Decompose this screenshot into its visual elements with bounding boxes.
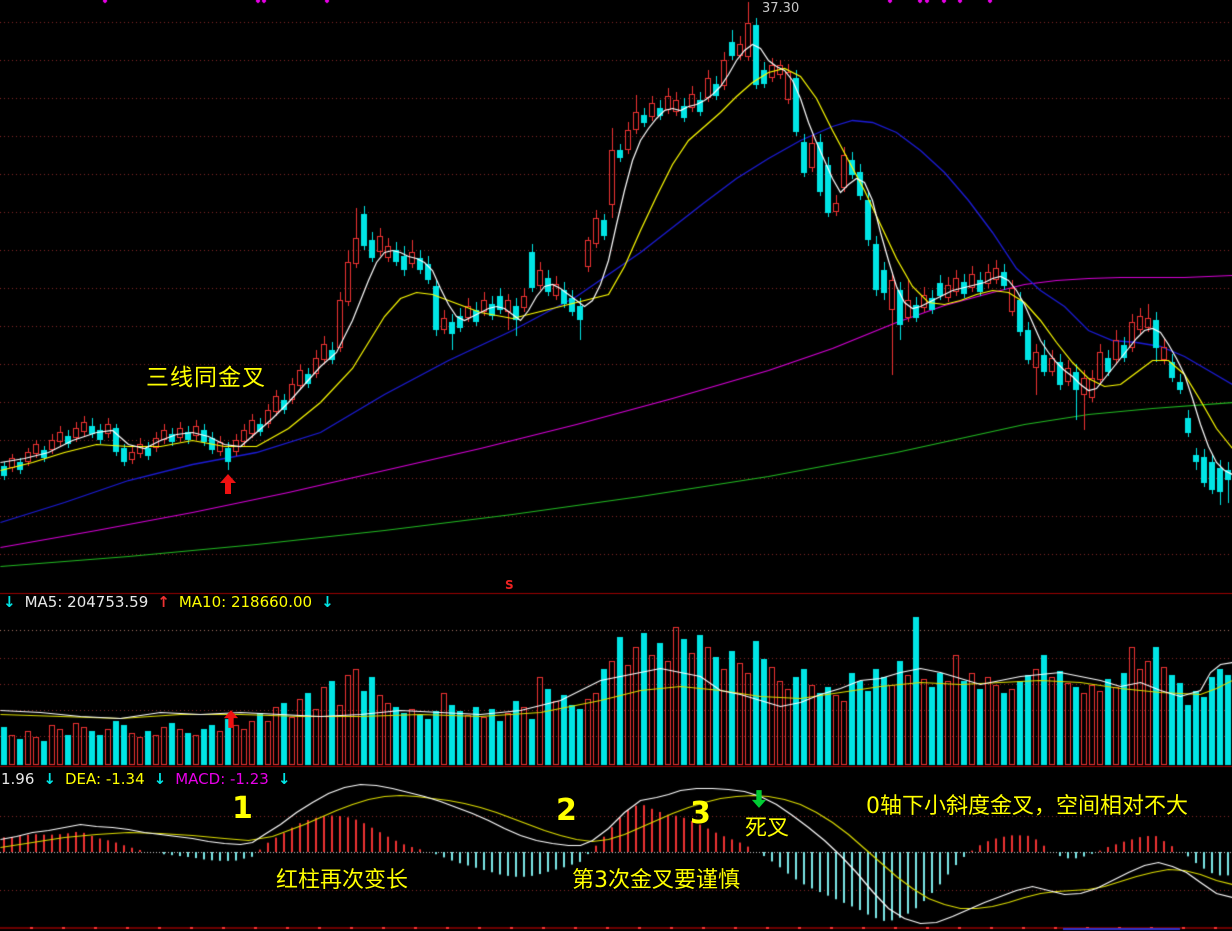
down-arrow-icon: ↓ [321,595,334,610]
macd-indicator-header: 1.96 ↓ DEA: -1.34 ↓ MACD: -1.23 ↓ [1,772,290,787]
golden-cross-annotation: 三线同金叉 [146,367,266,390]
down-arrow-icon: ↓ [43,772,56,787]
volume-ma-header: ↓ MA5: 204753.59 ↑ MA10: 218660.00 ↓ [3,595,334,610]
down-arrow-icon [751,790,769,810]
death-cross-annotation: 死叉 [745,818,789,840]
red-bars-note: 红柱再次变长 [276,870,408,892]
golden-cross-2-label: 2 [556,796,577,826]
stock-chart-app: 37.30 三线同金叉 S ↓ MA5: 204753.59 ↑ MA10: 2… [0,0,1232,931]
third-cross-note: 第3次金叉要谨慎 [572,870,740,892]
macd-value: MACD: -1.23 [175,772,269,787]
ex-rights-marker: S [505,579,514,591]
up-arrow-icon: ↑ [157,595,170,610]
up-arrow-icon [219,474,237,494]
macd-dif-value: 1.96 [1,772,34,787]
up-arrow-icon [223,710,241,730]
down-arrow-icon: ↓ [278,772,291,787]
golden-cross-3-label: 3 [690,799,711,829]
golden-cross-1-label: 1 [232,794,253,824]
down-arrow-icon: ↓ [3,595,16,610]
macd-dea-value: DEA: -1.34 [65,772,145,787]
zero-axis-note: 0轴下小斜度金叉，空间相对不大 [866,796,1188,818]
down-arrow-icon: ↓ [154,772,167,787]
vol-ma10-value: MA10: 218660.00 [179,595,312,610]
vol-ma5-value: MA5: 204753.59 [25,595,149,610]
peak-price-label: 37.30 [762,2,799,15]
price-chart-canvas[interactable] [0,0,1232,931]
